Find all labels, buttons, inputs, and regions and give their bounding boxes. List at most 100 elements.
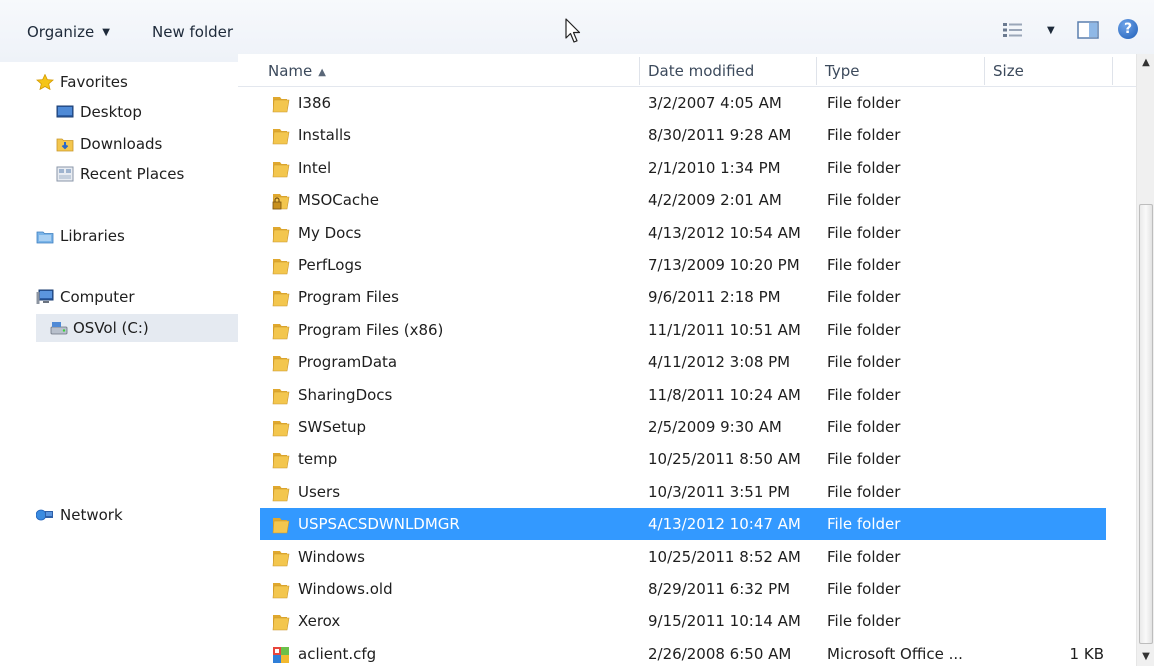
file-type: File folder [827,223,901,242]
nav-osvol[interactable]: OSVol (C:) [36,314,238,342]
file-type: File folder [827,320,901,339]
file-row[interactable]: aclient.cfg 2/26/2008 6:50 AM Microsoft Of… [260,638,1106,666]
folder-icon [272,287,290,307]
file-date-modified: 3/2/2007 4:05 AM [648,94,782,112]
folder-icon [272,611,290,631]
file-name: USPSACSDWNLDMGR [298,515,460,534]
libraries-icon [36,231,54,244]
organize-button[interactable]: Organize ▼ [27,20,110,44]
file-row[interactable]: SWSetup 2/5/2009 9:30 AM File folder [260,411,1106,443]
file-name: Installs [298,126,351,145]
file-row[interactable]: Windows.old 8/29/2011 6:32 PM File folder [260,573,1106,605]
scrollbar-thumb[interactable] [1139,204,1153,644]
scroll-up-icon[interactable]: ▲ [1137,54,1154,72]
file-row[interactable]: Intel 2/1/2010 1:34 PM File folder [260,152,1106,184]
file-date-modified: 2/26/2008 6:50 AM [648,644,792,663]
file-name: Xerox [298,612,341,631]
column-header-name[interactable]: Name ▲ [260,54,640,87]
file-type: File folder [827,612,901,631]
file-type: File folder [827,418,901,436]
nav-osvol-label: OSVol (C:) [73,319,149,337]
file-row[interactable]: Users 10/3/2011 3:51 PM File folder [260,476,1106,508]
folder-icon [272,449,290,469]
file-type: File folder [827,482,901,501]
column-header-date[interactable]: Date modified [640,54,817,87]
change-view-icon[interactable] [1002,22,1024,38]
file-row[interactable]: PerfLogs 7/13/2009 10:20 PM File folder [260,249,1106,281]
file-name: aclient.cfg [298,644,377,663]
help-icon[interactable]: ? [1118,19,1138,39]
file-name: Intel [298,158,332,177]
folder-icon [272,320,290,340]
file-type: File folder [827,353,901,372]
vertical-scrollbar[interactable]: ▲ ▼ [1136,54,1154,666]
file-date-modified: 8/29/2011 6:32 PM [648,580,791,598]
file-date-modified: 2/5/2009 9:30 AM [648,418,782,436]
file-dialog: Organize ▼ New folder ▼ ? Favorites Desk… [0,0,1154,666]
file-name: MSOCache [298,191,379,210]
file-type: File folder [827,288,901,307]
nav-computer-label: Computer [60,288,135,306]
network-icon [36,509,53,521]
file-date-modified: 11/1/2011 10:51 AM [648,320,801,339]
column-header-type[interactable]: Type [817,54,985,87]
file-date-modified: 4/11/2012 3:08 PM [648,353,791,372]
sort-ascending-icon: ▲ [318,67,326,78]
view-options-dropdown-icon[interactable]: ▼ [1047,25,1055,36]
file-row[interactable]: Program Files (x86) 11/1/2011 10:51 AM Fil… [260,314,1106,346]
desktop-icon [56,105,74,118]
file-date-modified: 9/15/2011 10:14 AM [648,612,801,631]
file-date-modified: 2/1/2010 1:34 PM [648,158,781,177]
nav-libraries-label: Libraries [60,227,125,245]
file-name: ProgramData [298,353,398,372]
file-name: Windows [298,547,365,566]
file-row[interactable]: SharingDocs 11/8/2011 10:24 AM File folder [260,379,1106,411]
file-row[interactable]: ProgramData 4/11/2012 3:08 PM File folder [260,346,1106,378]
preview-pane-icon[interactable] [1077,21,1099,39]
navigation-pane: Favorites Desktop Downloads Recent Place… [0,62,238,666]
folder-icon [272,352,290,372]
file-type: File folder [827,158,901,177]
file-type: File folder [827,547,901,566]
file-date-modified: 10/25/2011 8:50 AM [648,450,801,469]
nav-recent-places-label: Recent Places [80,165,185,183]
nav-downloads-label: Downloads [80,135,163,153]
file-row[interactable]: Xerox 9/15/2011 10:14 AM File folder [260,605,1106,637]
file-date-modified: 10/25/2011 8:52 AM [648,547,801,566]
file-date-modified: 11/8/2011 10:24 AM [648,385,801,404]
file-name: SWSetup [298,418,367,436]
file-row[interactable]: USPSACSDWNLDMGR 4/13/2012 10:47 AM File fo… [260,508,1106,541]
organize-dropdown-icon: ▼ [102,27,110,38]
scroll-down-icon[interactable]: ▼ [1137,648,1154,666]
config-file-icon [272,644,290,664]
file-type: File folder [827,191,901,210]
file-row[interactable]: My Docs 4/13/2012 10:54 AM File folder [260,217,1106,249]
file-type: File folder [827,256,901,274]
file-row[interactable]: Program Files 9/6/2011 2:18 PM File folder [260,281,1106,313]
file-name: Program Files [298,288,399,307]
file-type: File folder [827,580,901,598]
file-name: My Docs [298,223,362,242]
new-folder-button[interactable]: New folder [152,20,233,44]
file-name: temp [298,450,338,469]
file-row[interactable]: Installs 8/30/2011 9:28 AM File folder [260,119,1106,151]
computer-icon [36,289,54,304]
file-date-modified: 8/30/2011 9:28 AM [648,126,792,145]
folder-icon [272,417,290,437]
file-row[interactable]: I386 3/2/2007 4:05 AM File folder [260,87,1106,119]
file-name: Users [298,482,341,501]
file-type: File folder [827,385,901,404]
column-header-name-label: Name [268,62,313,80]
nav-network-label: Network [60,506,123,524]
column-headers: Name ▲ Date modified Type Size [238,54,1138,87]
folder-icon [272,93,290,113]
column-header-size[interactable]: Size [985,54,1113,87]
file-row[interactable]: MSOCache 4/2/2009 2:01 AM File folder [260,184,1106,216]
file-type: File folder [827,94,901,112]
organize-label: Organize [27,23,95,41]
file-row[interactable]: Windows 10/25/2011 8:52 AM File folder [260,541,1106,573]
file-row[interactable]: temp 10/25/2011 8:50 AM File folder [260,443,1106,475]
locked-folder-icon [272,190,290,210]
file-name: PerfLogs [298,256,362,274]
folder-icon [272,255,290,275]
